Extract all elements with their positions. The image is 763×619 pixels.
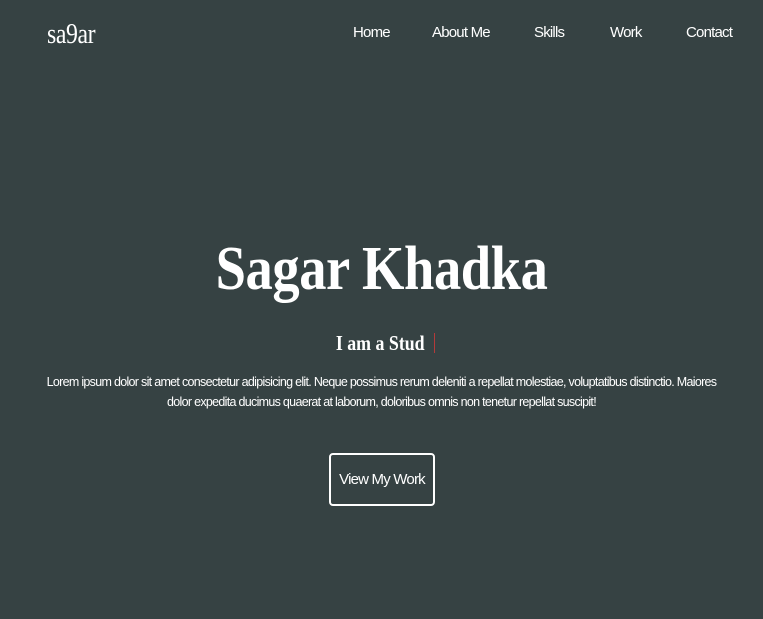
main-nav: Home About Me Skills Work Contact [0, 22, 763, 44]
hero-title: Sagar Khadka [0, 232, 763, 306]
nav-about-link[interactable]: About Me [432, 22, 491, 44]
view-my-work-button[interactable]: View My Work [329, 453, 435, 506]
hero-subtitle: I am a Stud [0, 329, 763, 357]
hero-title-text: Sagar Khadka [215, 235, 548, 303]
typed-text: I am a Stud [336, 331, 425, 355]
nav-contact-link[interactable]: Contact [686, 22, 733, 44]
typing-cursor [433, 333, 435, 353]
hero-description: Lorem ipsum dolor sit amet consectetur a… [46, 375, 717, 409]
nav-work-link[interactable]: Work [610, 22, 642, 44]
nav-skills-link[interactable]: Skills [534, 22, 565, 44]
nav-home-link[interactable]: Home [353, 22, 391, 44]
